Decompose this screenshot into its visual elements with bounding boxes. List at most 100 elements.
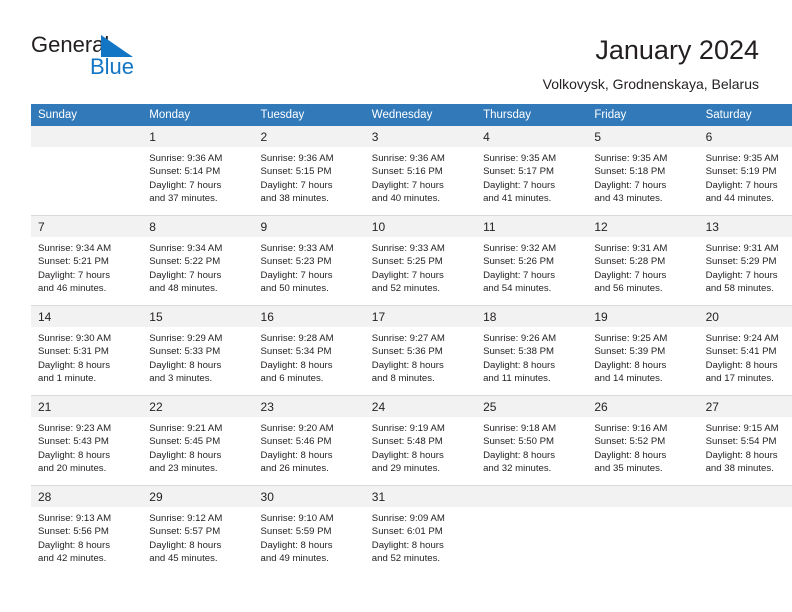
day-info-sunset: Sunset: 5:31 PM (38, 346, 109, 358)
day-info: Sunrise: 9:15 AM Sunset: 5:54 PM Daylight:… (699, 417, 792, 475)
day-info-sunset: Sunset: 5:17 PM (483, 166, 554, 178)
day-info-sunrise: Sunrise: 9:10 AM (260, 513, 334, 524)
day-info-sunrise: Sunrise: 9:23 AM (38, 423, 112, 434)
day-cell[interactable]: 9 Sunrise: 9:33 AM Sunset: 5:23 PM Daylight… (253, 215, 365, 306)
day-cell-empty (31, 126, 143, 216)
day-info: Sunrise: 9:33 AM Sunset: 5:23 PM Daylight:… (254, 237, 365, 295)
day-info: Sunrise: 9:36 AM Sunset: 5:16 PM Daylight:… (365, 147, 476, 205)
day-cell[interactable]: 15 Sunrise: 9:29 AM Sunset: 5:33 PM Dayligh… (142, 305, 254, 396)
day-number (476, 486, 588, 507)
day-cell[interactable]: 10 Sunrise: 9:33 AM Sunset: 5:25 PM Dayligh… (364, 215, 477, 306)
day-number: 29 (142, 486, 254, 507)
day-info-daylight-line2: and 41 minutes. (483, 192, 552, 204)
day-number: 6 (698, 126, 792, 147)
day-info-daylight-line1: Daylight: 7 hours (594, 269, 667, 281)
day-info: Sunrise: 9:31 AM Sunset: 5:28 PM Daylight:… (587, 237, 698, 295)
day-cell[interactable]: 29 Sunrise: 9:12 AM Sunset: 5:57 PM Dayligh… (142, 485, 254, 575)
day-info-daylight-line1: Daylight: 8 hours (149, 539, 222, 551)
day-cell[interactable]: 28 Sunrise: 9:13 AM Sunset: 5:56 PM Dayligh… (31, 485, 143, 575)
day-number (698, 486, 792, 507)
day-cell[interactable]: 13 Sunrise: 9:31 AM Sunset: 5:29 PM Dayligh… (698, 215, 792, 306)
day-info-sunset: Sunset: 5:15 PM (260, 166, 332, 178)
day-info-daylight-line2: and 50 minutes. (260, 282, 329, 294)
day-number: 10 (364, 216, 477, 237)
day-info: Sunrise: 9:28 AM Sunset: 5:34 PM Daylight:… (254, 327, 365, 385)
day-cell[interactable]: 12 Sunrise: 9:31 AM Sunset: 5:28 PM Dayligh… (587, 215, 699, 306)
day-info-sunrise: Sunrise: 9:35 AM (483, 153, 557, 164)
day-info-daylight-line1: Daylight: 8 hours (260, 359, 333, 371)
day-info-daylight-line2: and 49 minutes. (260, 552, 329, 564)
day-cell[interactable]: 11 Sunrise: 9:32 AM Sunset: 5:26 PM Dayligh… (476, 215, 588, 306)
day-info-daylight-line1: Daylight: 8 hours (38, 539, 110, 551)
day-info-sunrise: Sunrise: 9:29 AM (149, 333, 223, 344)
day-cell[interactable]: 5 Sunrise: 9:35 AM Sunset: 5:18 PM Daylight… (587, 126, 699, 216)
page-header: General Blue January 2024 Volkovysk, Gro… (0, 0, 792, 104)
day-info-daylight-line1: Daylight: 7 hours (149, 179, 222, 191)
day-info-sunrise: Sunrise: 9:13 AM (38, 513, 112, 524)
day-cell[interactable]: 23 Sunrise: 9:20 AM Sunset: 5:46 PM Dayligh… (253, 395, 365, 486)
day-number: 3 (364, 126, 477, 147)
day-info: Sunrise: 9:25 AM Sunset: 5:39 PM Daylight:… (587, 327, 698, 385)
day-info-sunset: Sunset: 5:48 PM (371, 436, 443, 448)
day-info-sunrise: Sunrise: 9:28 AM (260, 333, 334, 344)
day-info-sunset: Sunset: 5:36 PM (371, 346, 443, 358)
day-info-daylight-line1: Daylight: 8 hours (371, 359, 444, 371)
day-info-daylight-line2: and 23 minutes. (149, 462, 218, 474)
day-info: Sunrise: 9:27 AM Sunset: 5:36 PM Daylight:… (365, 327, 476, 385)
day-cell[interactable]: 14 Sunrise: 9:30 AM Sunset: 5:31 PM Dayligh… (31, 305, 143, 396)
day-info-sunrise: Sunrise: 9:19 AM (371, 423, 445, 434)
day-info-daylight-line2: and 38 minutes. (705, 462, 774, 474)
day-info-sunrise: Sunrise: 9:21 AM (149, 423, 223, 434)
day-info-daylight-line2: and 58 minutes. (705, 282, 774, 294)
day-info-daylight-line2: and 32 minutes. (483, 462, 552, 474)
day-number: 1 (142, 126, 254, 147)
day-number: 24 (364, 396, 477, 417)
day-info-daylight-line2: and 40 minutes. (371, 192, 441, 204)
day-cell[interactable]: 26 Sunrise: 9:16 AM Sunset: 5:52 PM Dayligh… (587, 395, 699, 486)
day-info-daylight-line1: Daylight: 7 hours (371, 269, 444, 281)
day-info-daylight-line2: and 3 minutes. (149, 372, 213, 384)
day-cell[interactable]: 3 Sunrise: 9:36 AM Sunset: 5:16 PM Daylight… (364, 126, 477, 216)
day-cell[interactable]: 22 Sunrise: 9:21 AM Sunset: 5:45 PM Dayligh… (142, 395, 254, 486)
day-cell[interactable]: 24 Sunrise: 9:19 AM Sunset: 5:48 PM Dayligh… (364, 395, 477, 486)
day-cell[interactable]: 17 Sunrise: 9:27 AM Sunset: 5:36 PM Dayligh… (364, 305, 477, 396)
day-cell[interactable]: 8 Sunrise: 9:34 AM Sunset: 5:22 PM Daylight… (142, 215, 254, 306)
day-cell[interactable]: 16 Sunrise: 9:28 AM Sunset: 5:34 PM Dayligh… (253, 305, 365, 396)
day-cell[interactable]: 20 Sunrise: 9:24 AM Sunset: 5:41 PM Dayligh… (698, 305, 792, 396)
day-cell[interactable]: 2 Sunrise: 9:36 AM Sunset: 5:15 PM Daylight… (253, 126, 365, 216)
day-cell[interactable]: 25 Sunrise: 9:18 AM Sunset: 5:50 PM Dayligh… (476, 395, 588, 486)
day-info-sunset: Sunset: 5:29 PM (705, 256, 777, 268)
day-info-daylight-line2: and 37 minutes. (149, 192, 218, 204)
day-number: 17 (364, 306, 477, 327)
calendar-week-row: 1 Sunrise: 9:36 AM Sunset: 5:14 PM Daylight… (31, 126, 792, 216)
brand-logo[interactable]: General Blue (31, 33, 231, 83)
day-info-daylight-line1: Daylight: 8 hours (594, 359, 667, 371)
day-info-sunrise: Sunrise: 9:34 AM (149, 243, 223, 254)
day-number: 14 (31, 306, 143, 327)
day-info-daylight-line1: Daylight: 8 hours (260, 539, 333, 551)
day-cell-empty (698, 485, 792, 575)
day-cell[interactable]: 21 Sunrise: 9:23 AM Sunset: 5:43 PM Dayligh… (31, 395, 143, 486)
day-cell[interactable]: 19 Sunrise: 9:25 AM Sunset: 5:39 PM Dayligh… (587, 305, 699, 396)
day-info: Sunrise: 9:24 AM Sunset: 5:41 PM Daylight:… (699, 327, 792, 385)
calendar-week-row: 7 Sunrise: 9:34 AM Sunset: 5:21 PM Daylight… (31, 215, 792, 306)
day-cell[interactable]: 6 Sunrise: 9:35 AM Sunset: 5:19 PM Daylight… (698, 126, 792, 216)
day-info-sunrise: Sunrise: 9:15 AM (705, 423, 779, 434)
day-cell[interactable]: 31 Sunrise: 9:09 AM Sunset: 6:01 PM Dayligh… (364, 485, 477, 575)
day-number: 11 (476, 216, 588, 237)
day-info-sunrise: Sunrise: 9:09 AM (371, 513, 445, 524)
day-cell[interactable]: 18 Sunrise: 9:26 AM Sunset: 5:38 PM Dayligh… (476, 305, 588, 396)
day-cell[interactable]: 1 Sunrise: 9:36 AM Sunset: 5:14 PM Daylight… (142, 126, 254, 216)
day-cell[interactable]: 4 Sunrise: 9:35 AM Sunset: 5:17 PM Daylight… (476, 126, 588, 216)
day-info-daylight-line2: and 11 minutes. (483, 372, 551, 384)
day-number: 28 (31, 486, 143, 507)
day-cell[interactable]: 30 Sunrise: 9:10 AM Sunset: 5:59 PM Dayligh… (253, 485, 365, 575)
day-info-sunrise: Sunrise: 9:31 AM (594, 243, 668, 254)
day-info-daylight-line1: Daylight: 8 hours (483, 449, 556, 461)
day-cell[interactable]: 7 Sunrise: 9:34 AM Sunset: 5:21 PM Daylight… (31, 215, 143, 306)
day-cell[interactable]: 27 Sunrise: 9:15 AM Sunset: 5:54 PM Dayligh… (698, 395, 792, 486)
day-info-daylight-line2: and 8 minutes. (371, 372, 435, 384)
day-info-daylight-line2: and 56 minutes. (594, 282, 663, 294)
day-info-sunset: Sunset: 5:21 PM (38, 256, 109, 268)
day-info-daylight-line2: and 1 minute. (38, 372, 97, 384)
